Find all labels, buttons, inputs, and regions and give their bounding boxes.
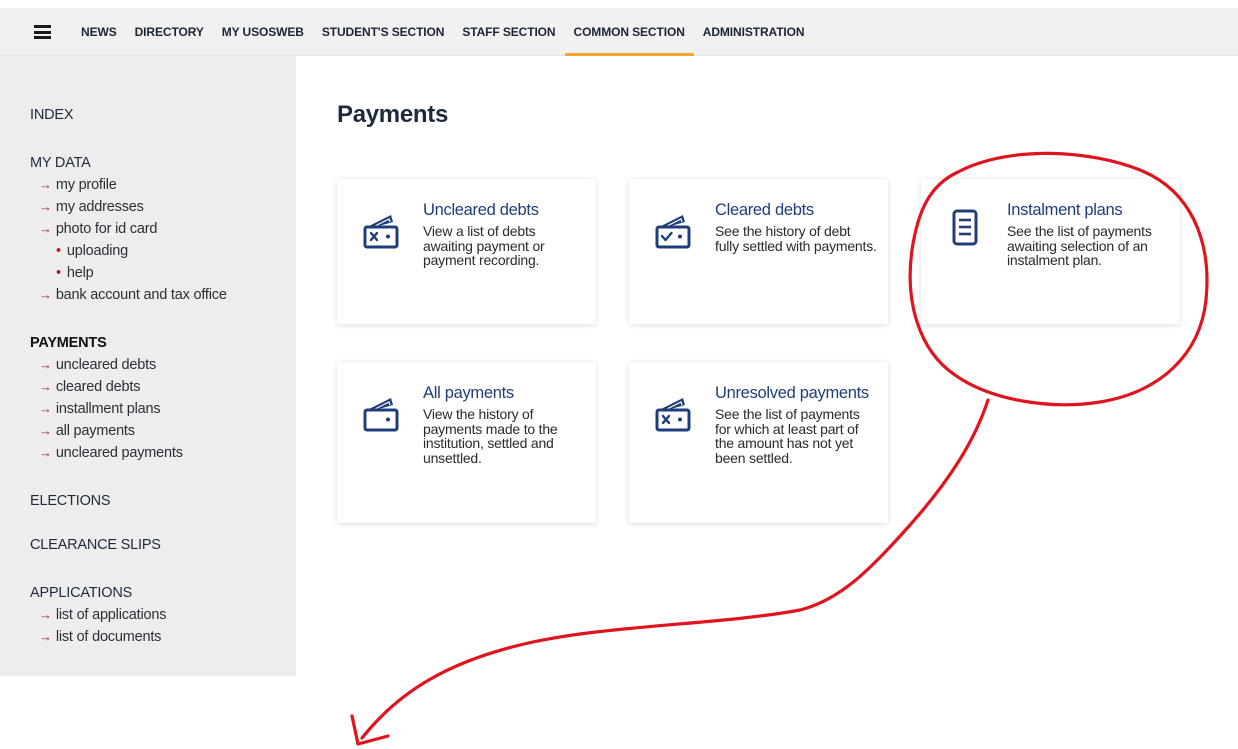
arrow-right-icon: → [39, 401, 52, 416]
hamburger-menu-icon[interactable] [34, 25, 51, 39]
page-title: Payments [337, 101, 448, 128]
card-description: View a list of debts awaiting payment or… [423, 223, 545, 268]
sidebar-section-elections: ELECTIONS [30, 490, 296, 512]
document-list-icon [952, 209, 978, 246]
arrow-right-icon: → [39, 287, 52, 302]
card-all-payments[interactable]: All payments View the history of payment… [337, 362, 596, 523]
sidebar-section-index: INDEX [30, 104, 296, 126]
sidebar-link-my-profile[interactable]: → my profile [30, 174, 296, 196]
card-unresolved-payments[interactable]: Unresolved payments See the list of paym… [629, 362, 888, 523]
arrow-right-icon: → [39, 357, 52, 372]
card-description: View the history of payments made to the… [423, 406, 558, 466]
sidebar-heading-elections[interactable]: ELECTIONS [30, 490, 296, 512]
card-text: Uncleared debts View a list of debts awa… [423, 201, 586, 268]
nav-item-common-section[interactable]: COMMON SECTION [564, 8, 695, 56]
wallet-check-icon [655, 215, 691, 249]
arrow-right-icon: → [39, 423, 52, 438]
nav-item-news[interactable]: NEWS [72, 8, 126, 56]
card-title: Uncleared debts [423, 201, 539, 219]
sidebar-link-photo-for-id-card[interactable]: → photo for id card [30, 218, 296, 240]
wallet-icon [363, 398, 399, 432]
card-description: See the history of debt fully settled wi… [715, 223, 877, 254]
bullet-icon: • [56, 243, 61, 259]
sidebar-link-uncleared-payments[interactable]: → uncleared payments [30, 442, 296, 464]
card-instalment-plans[interactable]: Instalment plans See the list of payment… [921, 179, 1180, 324]
sidebar-link-list-of-documents[interactable]: → list of documents [30, 626, 296, 648]
card-title: All payments [423, 384, 514, 402]
card-title: Instalment plans [1007, 201, 1123, 219]
sidebar-heading-index[interactable]: INDEX [30, 104, 296, 126]
arrow-right-icon: → [39, 379, 52, 394]
sidebar-section-my-data: MY DATA → my profile → my addresses → photo… [30, 152, 296, 306]
sidebar-heading-my-data[interactable]: MY DATA [30, 152, 296, 174]
nav-item-staff-section[interactable]: STAFF SECTION [453, 8, 564, 56]
bullet-icon: • [56, 265, 61, 281]
top-navigation: NEWS DIRECTORY MY USOSWEB STUDENT'S SECT… [0, 8, 1238, 56]
nav-item-administration[interactable]: ADMINISTRATION [694, 8, 814, 56]
sidebar: INDEX MY DATA → my profile → my addresses … [0, 56, 296, 676]
card-uncleared-debts[interactable]: Uncleared debts View a list of debts awa… [337, 179, 596, 324]
sidebar-link-list-of-applications[interactable]: → list of applications [30, 604, 296, 626]
sidebar-heading-applications[interactable]: APPLICATIONS [30, 582, 296, 604]
sidebar-link-bank-account[interactable]: → bank account and tax office [30, 284, 296, 306]
sidebar-heading-clearance-slips[interactable]: CLEARANCE SLIPS [30, 534, 296, 556]
arrow-right-icon: → [39, 199, 52, 214]
card-description: See the list of payments for which at le… [715, 406, 860, 466]
card-text: Unresolved payments See the list of paym… [715, 384, 878, 465]
arrow-right-icon: → [39, 177, 52, 192]
arrow-right-icon: → [39, 607, 52, 622]
sidebar-heading-payments[interactable]: PAYMENTS [30, 332, 296, 354]
sidebar-section-clearance: CLEARANCE SLIPS [30, 534, 296, 556]
card-title: Cleared debts [715, 201, 814, 219]
sidebar-sublink-uploading[interactable]: • uploading [30, 240, 296, 262]
arrow-right-icon: → [39, 629, 52, 644]
nav-item-students-section[interactable]: STUDENT'S SECTION [313, 8, 454, 56]
sidebar-link-my-addresses[interactable]: → my addresses [30, 196, 296, 218]
sidebar-section-payments: PAYMENTS → uncleared debts → cleared debts… [30, 332, 296, 464]
nav-item-directory[interactable]: DIRECTORY [126, 8, 213, 56]
sidebar-link-uncleared-debts[interactable]: → uncleared debts [30, 354, 296, 376]
sidebar-link-all-payments[interactable]: → all payments [30, 420, 296, 442]
card-title: Unresolved payments [715, 384, 869, 402]
nav-items: NEWS DIRECTORY MY USOSWEB STUDENT'S SECT… [72, 8, 813, 56]
card-text: Instalment plans See the list of payment… [1007, 201, 1170, 268]
card-description: See the list of payments awaiting select… [1007, 223, 1152, 268]
sidebar-sublink-help[interactable]: • help [30, 262, 296, 284]
sidebar-section-applications: APPLICATIONS → list of applications → list… [30, 582, 296, 648]
annotation-arrowhead [350, 714, 390, 746]
nav-item-my-usosweb[interactable]: MY USOSWEB [213, 8, 313, 56]
card-text: Cleared debts See the history of debt fu… [715, 201, 878, 253]
sidebar-link-installment-plans[interactable]: → installment plans [30, 398, 296, 420]
card-cleared-debts[interactable]: Cleared debts See the history of debt fu… [629, 179, 888, 324]
card-text: All payments View the history of payment… [423, 384, 586, 465]
arrow-right-icon: → [39, 445, 52, 460]
sidebar-link-cleared-debts[interactable]: → cleared debts [30, 376, 296, 398]
wallet-x-icon [655, 398, 691, 432]
wallet-x-icon [363, 215, 399, 249]
arrow-right-icon: → [39, 221, 52, 236]
